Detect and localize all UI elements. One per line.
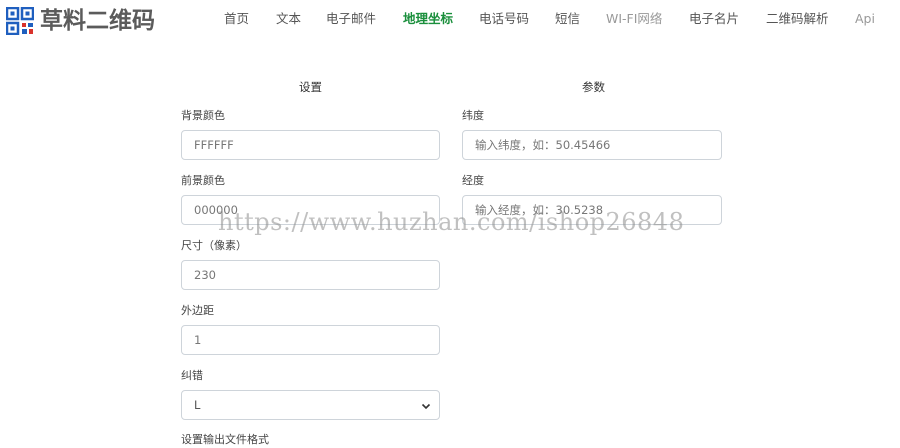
- error-correction-value: L: [194, 398, 201, 412]
- nav-item-sms[interactable]: 短信: [555, 10, 580, 28]
- nav-item-home[interactable]: 首页: [224, 10, 249, 28]
- latitude-input[interactable]: [462, 130, 722, 160]
- error-correction-select[interactable]: L: [181, 390, 440, 420]
- latitude-label: 纬度: [462, 109, 484, 122]
- longitude-label: 经度: [462, 174, 484, 187]
- logo-text: 草料二维码: [40, 8, 155, 34]
- foreground-color-label: 前景颜色: [181, 174, 225, 187]
- nav-item-api[interactable]: Api: [855, 10, 875, 28]
- logo[interactable]: 草料二维码: [6, 6, 155, 36]
- qr-logo-icon: [6, 7, 34, 35]
- nav-item-vcard[interactable]: 电子名片: [689, 10, 739, 28]
- nav-item-decode[interactable]: 二维码解析: [766, 10, 829, 28]
- background-color-input[interactable]: [181, 130, 440, 160]
- params-title: 参数: [582, 80, 605, 94]
- nav-item-geo[interactable]: 地理坐标: [403, 10, 453, 28]
- settings-title: 设置: [299, 80, 322, 94]
- foreground-color-input[interactable]: [181, 195, 440, 225]
- margin-label: 外边距: [181, 304, 214, 317]
- nav-item-text[interactable]: 文本: [276, 10, 301, 28]
- error-correction-label: 纠错: [181, 369, 203, 382]
- chevron-down-icon: [421, 403, 431, 410]
- nav-item-wifi[interactable]: WI-FI网络: [606, 10, 662, 28]
- longitude-input[interactable]: [462, 195, 722, 225]
- output-format-label: 设置输出文件格式: [181, 433, 269, 446]
- size-input[interactable]: [181, 260, 440, 290]
- background-color-label: 背景颜色: [181, 109, 225, 122]
- nav-item-phone[interactable]: 电话号码: [479, 10, 529, 28]
- size-label: 尺寸（像素）: [181, 239, 247, 252]
- nav-item-email[interactable]: 电子邮件: [326, 10, 376, 28]
- margin-input[interactable]: [181, 325, 440, 355]
